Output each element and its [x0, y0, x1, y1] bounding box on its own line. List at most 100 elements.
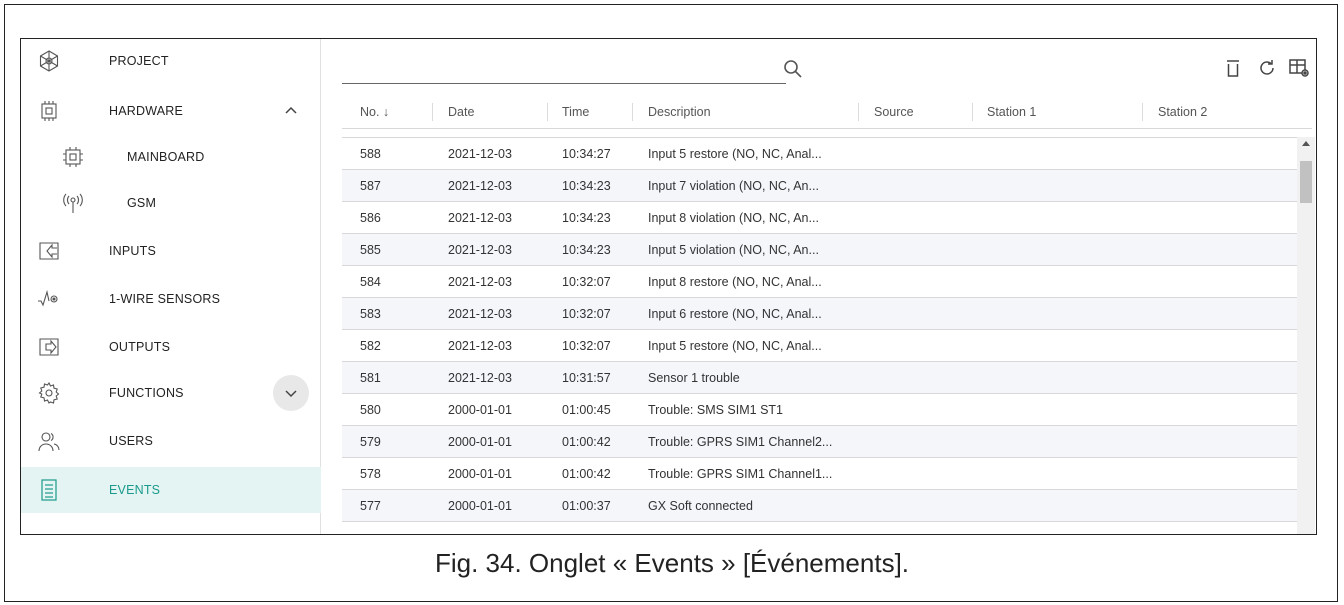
cell-date: 2021-12-03 [448, 307, 512, 321]
table-row[interactable]: 582 2021-12-03 10:32:07 Input 5 restore (NO… [342, 330, 1297, 362]
cell-description: Input 8 restore (NO, NC, Anal... [648, 275, 822, 289]
table-row[interactable]: 583 2021-12-03 10:32:07 Input 6 restore (NO… [342, 298, 1297, 330]
sidebar-item-project[interactable]: PROJECT [21, 41, 321, 81]
column-divider [547, 103, 548, 121]
cell-time: 01:00:42 [562, 435, 611, 449]
mainboard-icon [61, 145, 85, 169]
cell-date: 2021-12-03 [448, 179, 512, 193]
table-row[interactable]: 585 2021-12-03 10:34:23 Input 5 violation (… [342, 234, 1297, 266]
sidebar-item-label: INPUTS [109, 244, 157, 258]
search-input[interactable] [342, 54, 786, 84]
sidebar-item-label: MAINBOARD [127, 150, 205, 164]
cell-no: 584 [360, 275, 381, 289]
sidebar-item-label: 1-WIRE SENSORS [109, 292, 221, 306]
column-header-station-2[interactable]: Station 2 [1158, 95, 1207, 129]
cell-description: Input 6 restore (NO, NC, Anal... [648, 307, 822, 321]
sidebar-item-gsm[interactable]: GSM [21, 183, 321, 223]
cell-time: 01:00:37 [562, 499, 611, 513]
sidebar-item-label: FUNCTIONS [109, 386, 184, 400]
cell-no: 582 [360, 339, 381, 353]
outputs-icon [37, 335, 61, 359]
sidebar-item-hardware[interactable]: HARDWARE [21, 91, 321, 131]
cell-description: Input 5 violation (NO, NC, An... [648, 243, 819, 257]
sidebar-item-label: EVENTS [109, 483, 161, 497]
table-row[interactable]: 579 2000-01-01 01:00:42 Trouble: GPRS SIM1 … [342, 426, 1297, 458]
sidebar-item-1-wire-sensors[interactable]: 1-WIRE SENSORS [21, 279, 321, 319]
sidebar-item-functions[interactable]: FUNCTIONS [21, 373, 321, 413]
sidebar: PROJECT HARDWARE MAINBOARD GSM INPUTS 1-… [21, 39, 321, 534]
users-icon [37, 429, 61, 453]
sidebar-item-label: HARDWARE [109, 104, 184, 118]
column-header-date[interactable]: Date [448, 95, 474, 129]
cell-description: Input 5 restore (NO, NC, Anal... [648, 339, 822, 353]
chevron-down-icon[interactable] [273, 375, 309, 411]
trash-icon[interactable] [1222, 57, 1244, 79]
table-row[interactable]: 578 2000-01-01 01:00:42 Trouble: GPRS SIM1 … [342, 458, 1297, 490]
cell-date: 2000-01-01 [448, 435, 512, 449]
table-row[interactable]: 581 2021-12-03 10:31:57 Sensor 1 trouble [342, 362, 1297, 394]
cell-date: 2021-12-03 [448, 211, 512, 225]
sidebar-item-events[interactable]: EVENTS [21, 467, 321, 513]
table-row[interactable]: 577 2000-01-01 01:00:37 GX Soft connected [342, 490, 1297, 522]
column-header-station-1[interactable]: Station 1 [987, 95, 1036, 129]
cell-time: 10:32:07 [562, 339, 611, 353]
column-divider [1142, 103, 1143, 121]
table-row[interactable]: 584 2021-12-03 10:32:07 Input 8 restore (NO… [342, 266, 1297, 298]
column-divider [858, 103, 859, 121]
column-header-no[interactable]: No. ↓ [360, 95, 389, 129]
table-row[interactable]: 586 2021-12-03 10:34:23 Input 8 violation (… [342, 202, 1297, 234]
column-header-source[interactable]: Source [874, 95, 914, 129]
cell-no: 588 [360, 147, 381, 161]
cell-time: 10:32:07 [562, 275, 611, 289]
scroll-up-arrow-icon[interactable] [1302, 141, 1310, 146]
cell-date: 2000-01-01 [448, 499, 512, 513]
cell-description: Input 7 violation (NO, NC, An... [648, 179, 819, 193]
events-table-body: 588 2021-12-03 10:34:27 Input 5 restore (NO… [342, 137, 1297, 534]
project-icon [37, 49, 61, 73]
table-row[interactable]: 588 2021-12-03 10:34:27 Input 5 restore (NO… [342, 138, 1297, 170]
refresh-icon[interactable] [1256, 57, 1278, 79]
vertical-scrollbar[interactable] [1297, 137, 1315, 534]
events-icon [37, 478, 61, 502]
cell-date: 2021-12-03 [448, 243, 512, 257]
app-window: PROJECT HARDWARE MAINBOARD GSM INPUTS 1-… [20, 38, 1317, 535]
cell-date: 2000-01-01 [448, 403, 512, 417]
cell-no: 580 [360, 403, 381, 417]
sensor-icon [37, 287, 61, 311]
table-settings-icon[interactable] [1288, 57, 1310, 79]
figure-caption: Fig. 34. Onglet « Events » [Événements]. [434, 548, 910, 578]
gsm-antenna-icon [61, 191, 85, 215]
cell-no: 587 [360, 179, 381, 193]
sidebar-item-label: PROJECT [109, 54, 169, 68]
inputs-icon [37, 239, 61, 263]
table-row[interactable]: 587 2021-12-03 10:34:23 Input 7 violation (… [342, 170, 1297, 202]
scroll-thumb[interactable] [1300, 161, 1312, 203]
column-divider [432, 103, 433, 121]
cell-description: Sensor 1 trouble [648, 371, 740, 385]
chevron-up-icon[interactable] [273, 93, 309, 129]
sidebar-item-users[interactable]: USERS [21, 421, 321, 461]
cell-no: 585 [360, 243, 381, 257]
cell-description: GX Soft connected [648, 499, 753, 513]
column-header-description[interactable]: Description [648, 95, 711, 129]
cell-no: 586 [360, 211, 381, 225]
cell-no: 579 [360, 435, 381, 449]
sidebar-item-mainboard[interactable]: MAINBOARD [21, 137, 321, 177]
cell-time: 01:00:45 [562, 403, 611, 417]
sidebar-item-outputs[interactable]: OUTPUTS [21, 327, 321, 367]
sidebar-item-inputs[interactable]: INPUTS [21, 231, 321, 271]
cell-no: 583 [360, 307, 381, 321]
sidebar-item-label: GSM [127, 196, 157, 210]
cell-time: 10:34:23 [562, 179, 611, 193]
cell-time: 10:34:27 [562, 147, 611, 161]
cell-time: 10:32:07 [562, 307, 611, 321]
sidebar-item-label: USERS [109, 434, 154, 448]
cell-date: 2021-12-03 [448, 147, 512, 161]
column-header-time[interactable]: Time [562, 95, 589, 129]
search-icon[interactable] [782, 58, 804, 80]
cell-time: 10:34:23 [562, 243, 611, 257]
cell-description: Input 8 violation (NO, NC, An... [648, 211, 819, 225]
table-row[interactable]: 580 2000-01-01 01:00:45 Trouble: SMS SIM1 S… [342, 394, 1297, 426]
cell-description: Trouble: GPRS SIM1 Channel1... [648, 467, 833, 481]
cell-description: Trouble: SMS SIM1 ST1 [648, 403, 783, 417]
